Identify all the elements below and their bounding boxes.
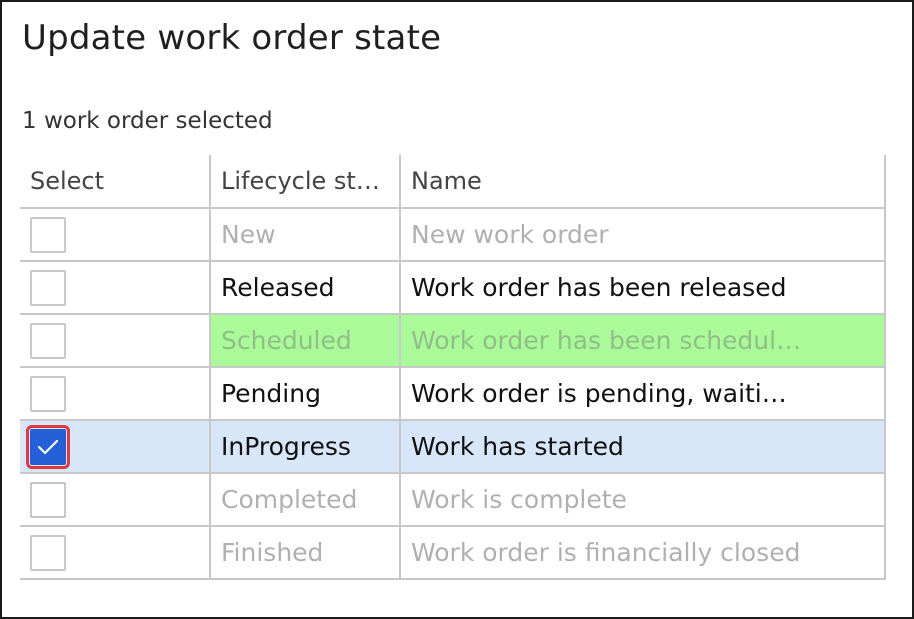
name-cell[interactable]: Work order is financially closed	[399, 525, 886, 580]
row-checkbox-checked[interactable]	[26, 424, 70, 469]
name-cell[interactable]: New work order	[399, 207, 886, 262]
row-checkbox[interactable]	[30, 481, 66, 518]
row-checkbox[interactable]	[30, 375, 66, 412]
name-cell[interactable]: Work order has been schedul…	[399, 313, 886, 368]
grid-header-row: Select Lifecycle state Name	[20, 155, 886, 209]
row-checkbox[interactable]	[30, 269, 66, 306]
select-cell	[20, 366, 211, 421]
update-work-order-state-dialog: Update work order state 1 work order sel…	[0, 0, 914, 619]
lifecycle-state-cell[interactable]: Pending	[209, 366, 401, 421]
lifecycle-state-cell[interactable]: Scheduled	[209, 313, 401, 368]
table-row[interactable]: Completed Work is complete	[20, 472, 886, 527]
lifecycle-state-cell[interactable]: InProgress	[209, 419, 401, 474]
select-cell	[20, 207, 211, 262]
row-checkbox[interactable]	[30, 534, 66, 571]
select-cell	[20, 472, 211, 527]
lifecycle-state-cell[interactable]: Completed	[209, 472, 401, 527]
select-cell	[20, 313, 211, 368]
column-header-name[interactable]: Name	[399, 155, 886, 209]
table-row[interactable]: Pending Work order is pending, waiti…	[20, 366, 886, 421]
selection-summary: 1 work order selected	[22, 108, 273, 134]
column-header-lifecycle-state[interactable]: Lifecycle state	[209, 155, 401, 209]
name-cell[interactable]: Work order is pending, waiti…	[399, 366, 886, 421]
row-checkbox[interactable]	[30, 216, 66, 253]
table-row[interactable]: Scheduled Work order has been schedul…	[20, 313, 886, 368]
name-cell[interactable]: Work is complete	[399, 472, 886, 527]
row-checkbox[interactable]	[30, 322, 66, 359]
name-cell[interactable]: Work order has been released	[399, 260, 886, 315]
lifecycle-state-cell[interactable]: New	[209, 207, 401, 262]
table-row[interactable]: New New work order	[20, 207, 886, 262]
name-cell[interactable]: Work has started	[399, 419, 886, 474]
table-row[interactable]: Released Work order has been released	[20, 260, 886, 315]
column-header-select[interactable]: Select	[20, 155, 211, 209]
table-row[interactable]: Finished Work order is financially close…	[20, 525, 886, 580]
select-cell	[20, 260, 211, 315]
lifecycle-state-cell[interactable]: Finished	[209, 525, 401, 580]
select-cell	[20, 525, 211, 580]
check-icon	[37, 439, 59, 454]
select-cell	[20, 419, 211, 474]
lifecycle-state-cell[interactable]: Released	[209, 260, 401, 315]
dialog-title: Update work order state	[22, 18, 442, 58]
table-row-selected[interactable]: InProgress Work has started	[20, 419, 886, 474]
lifecycle-state-grid: Select Lifecycle state Name New New work…	[20, 155, 886, 580]
